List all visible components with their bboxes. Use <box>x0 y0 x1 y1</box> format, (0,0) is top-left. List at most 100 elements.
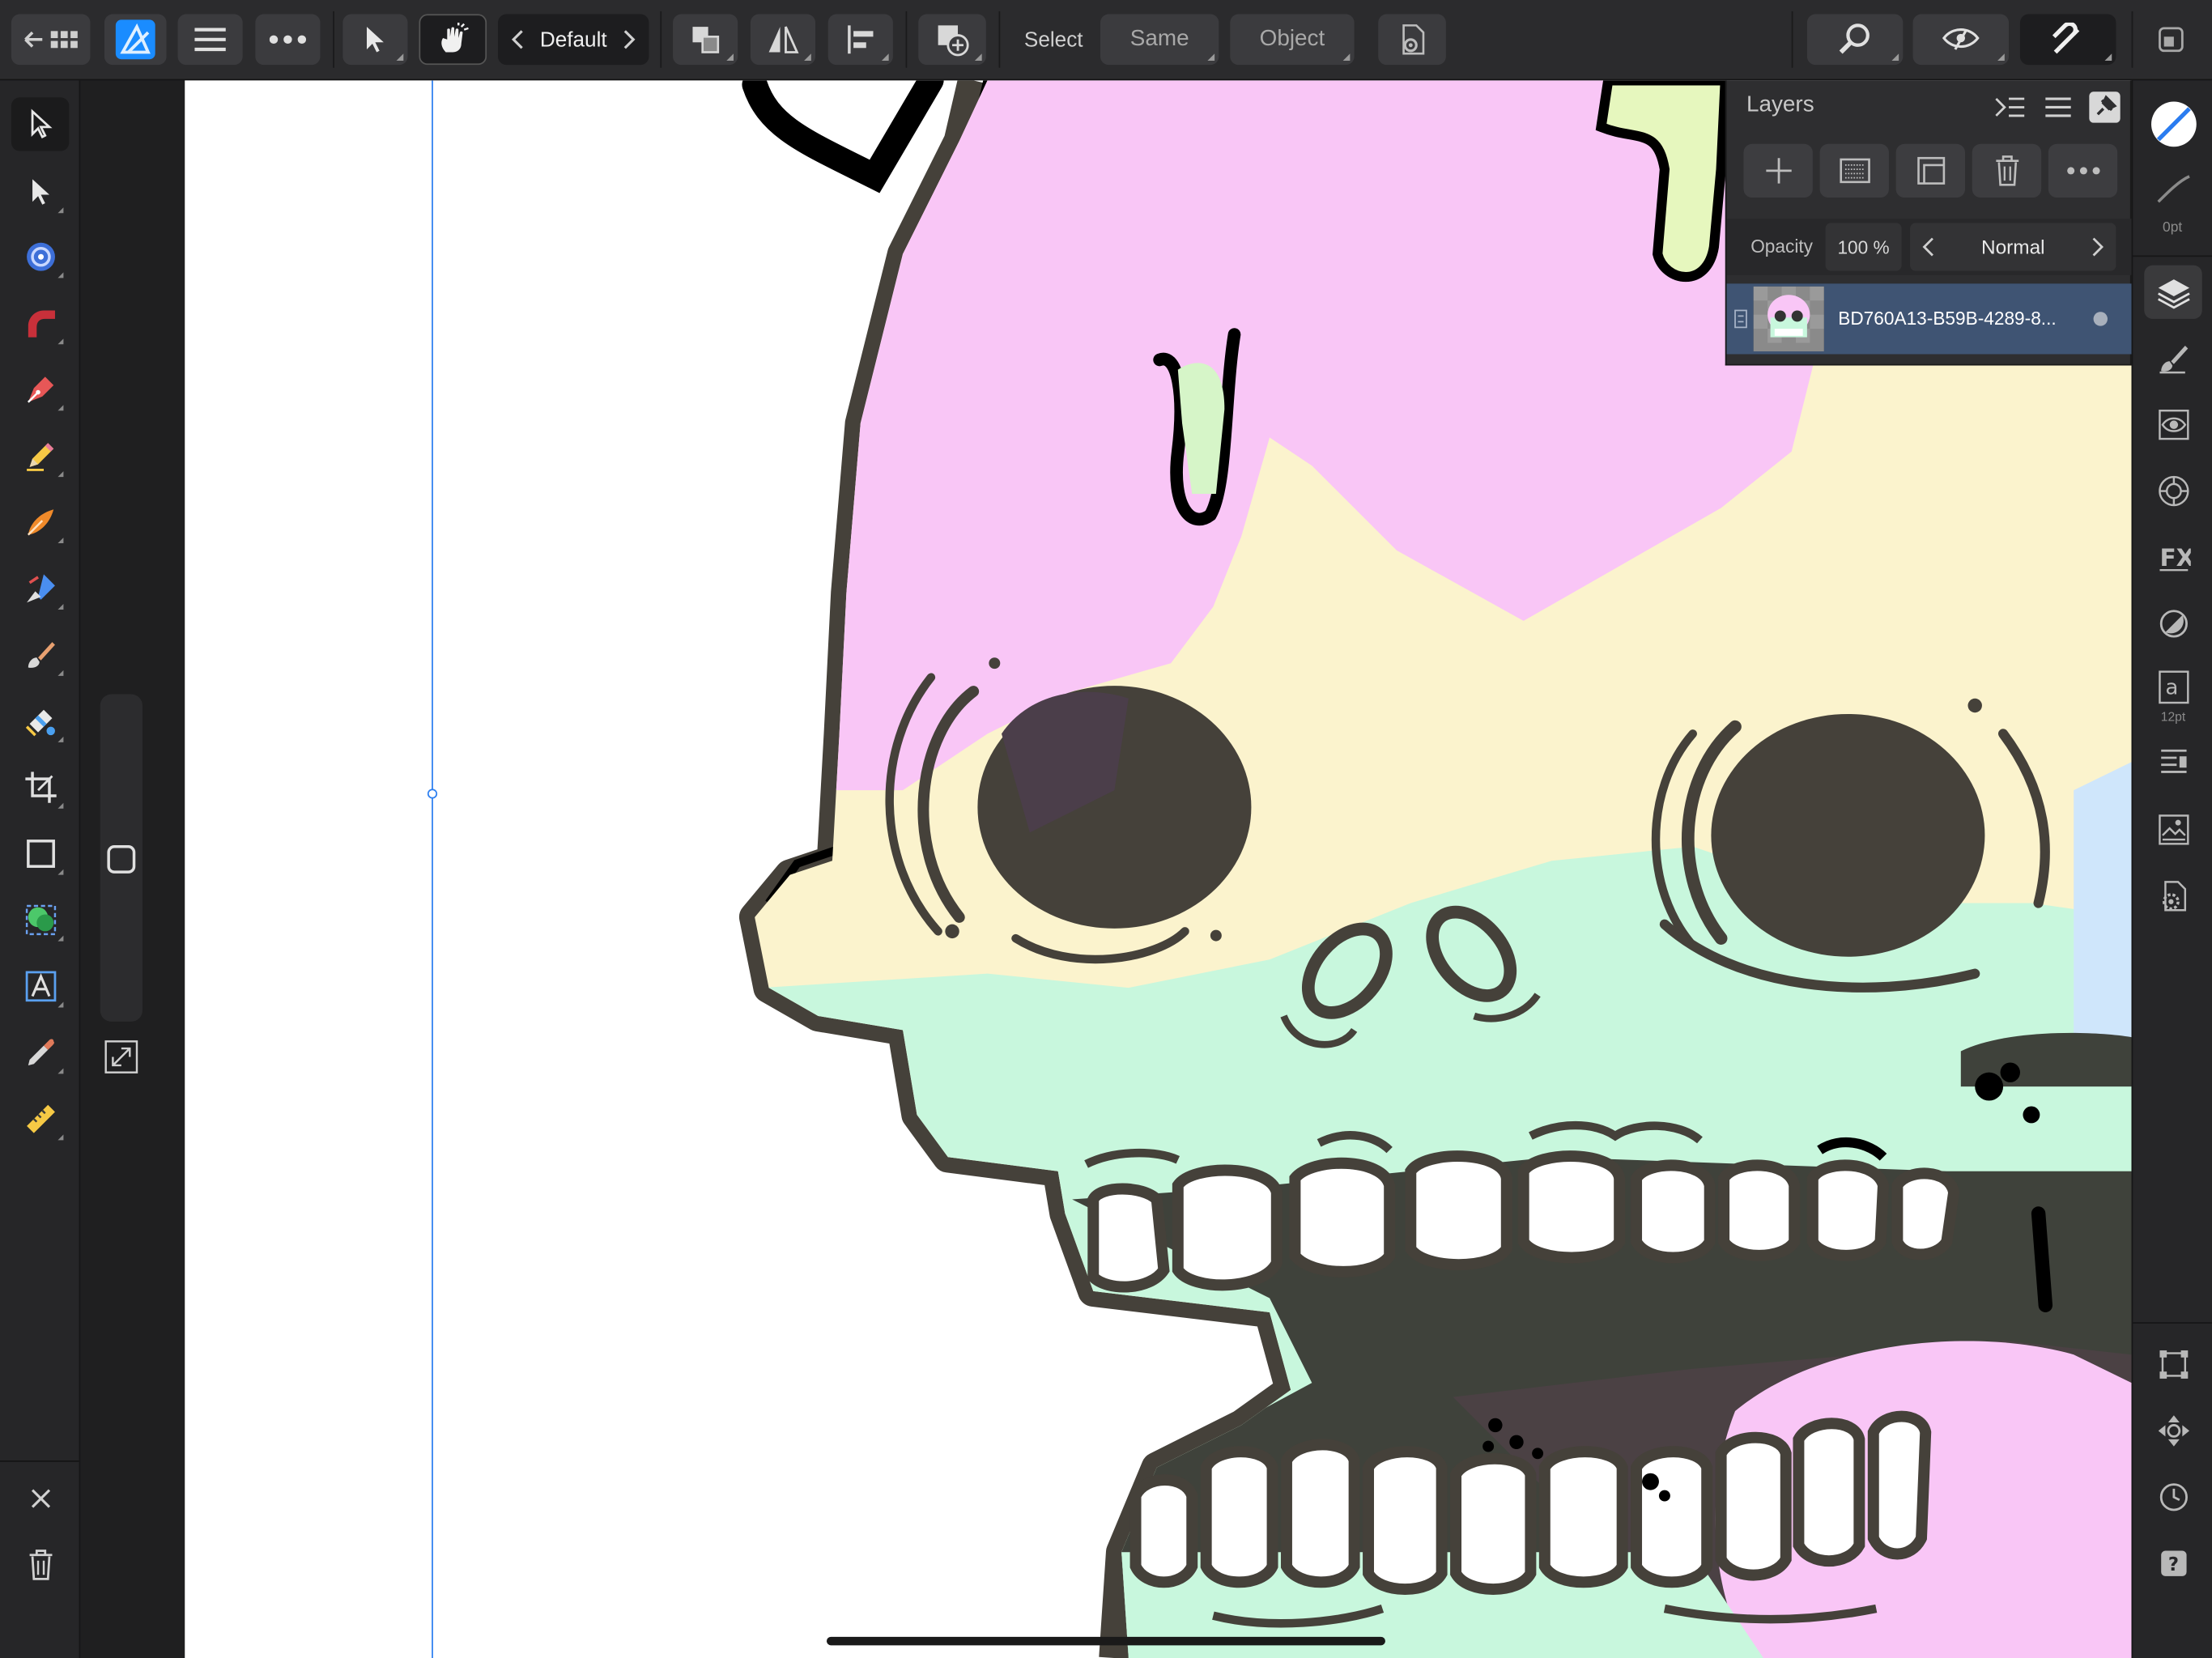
fill-tool[interactable] <box>11 562 69 615</box>
text-studio-icon: a <box>2158 670 2189 704</box>
blend-mode-label: Normal <box>1980 236 2045 258</box>
brushes-studio-button[interactable] <box>2144 332 2201 385</box>
navigator-studio-button[interactable] <box>2144 1404 2201 1457</box>
color-picker-tool-icon <box>27 1039 54 1065</box>
node-tool[interactable] <box>11 165 69 219</box>
layers-studio-button[interactable] <box>2144 265 2202 319</box>
top-toolbar: Default Select Same Object <box>0 0 2212 81</box>
layer-visibility-toggle[interactable] <box>2093 312 2108 326</box>
add-shape-button[interactable] <box>918 14 986 66</box>
artistic-text-tool[interactable] <box>11 959 69 1013</box>
add-group-button[interactable] <box>1895 143 1966 198</box>
color-picker-tool[interactable] <box>11 1026 69 1079</box>
corner-shape-icon[interactable] <box>107 845 136 874</box>
transparency-studio-button[interactable] <box>2144 597 2201 650</box>
menu-button[interactable] <box>177 14 243 66</box>
appearance-studio-button[interactable] <box>2144 398 2201 452</box>
help-button[interactable]: ? <box>2144 1537 2201 1590</box>
navigator-studio-icon <box>2157 1415 2189 1447</box>
selection-guide[interactable] <box>432 80 433 1658</box>
color-studio-icon <box>2158 475 2189 507</box>
view-mode-button[interactable] <box>1912 14 2010 66</box>
text-studio-button[interactable]: a 12pt <box>2144 663 2201 733</box>
transparency-tool-icon <box>25 709 55 737</box>
move-tool[interactable] <box>11 97 70 151</box>
corner-tool[interactable] <box>11 230 69 283</box>
gesture-button[interactable] <box>419 14 487 66</box>
history-studio-button[interactable] <box>2144 1470 2201 1524</box>
resize-icon[interactable] <box>104 1040 138 1074</box>
transparency-tool[interactable] <box>11 695 69 748</box>
close-button[interactable] <box>11 1472 69 1525</box>
documents-button[interactable] <box>11 14 91 66</box>
context-panel <box>80 80 376 1658</box>
style-preset-selector[interactable]: Default <box>498 14 649 66</box>
persona-button[interactable] <box>104 14 167 66</box>
stroke-width[interactable] <box>2144 162 2201 215</box>
select-same-button[interactable]: Same <box>1100 14 1219 66</box>
vector-brush-tool[interactable] <box>11 495 69 549</box>
flip-button[interactable] <box>750 14 816 66</box>
point-transform-tool-icon <box>27 310 55 338</box>
selection-handle[interactable] <box>427 789 438 799</box>
arrange-icon <box>692 27 720 53</box>
svg-text:a: a <box>2165 676 2178 700</box>
fill-stroke-swatch[interactable] <box>2144 95 2201 154</box>
add-pixel-layer-button[interactable] <box>1819 143 1889 198</box>
transform-studio-button[interactable] <box>2144 1337 2201 1391</box>
shape-builder-tool[interactable] <box>11 893 69 946</box>
zoom-search-icon <box>1839 23 1870 54</box>
snapping-button[interactable] <box>2019 14 2116 66</box>
export-persona-icon <box>2159 27 2184 53</box>
fx-studio-button[interactable]: FX <box>2144 530 2201 584</box>
view-mode-icon <box>1942 28 1980 50</box>
appearance-studio-icon <box>2158 409 2189 440</box>
fx-studio-icon: FX <box>2159 544 2190 572</box>
color-studio-button[interactable] <box>2144 464 2201 517</box>
settings-studio-button[interactable] <box>2144 869 2201 923</box>
delete-layer-button[interactable] <box>1972 143 2042 198</box>
opacity-field[interactable]: 100 % <box>1825 223 1902 271</box>
vector-brush-tool-icon <box>27 509 53 536</box>
paint-brush-tool[interactable] <box>11 628 69 682</box>
layer-options-button[interactable] <box>2048 143 2118 198</box>
export-persona-button[interactable] <box>2147 14 2195 65</box>
select-object-button[interactable]: Object <box>1230 14 1355 66</box>
panel-menu-icon[interactable] <box>2044 96 2073 119</box>
fill-tool-icon <box>26 574 55 603</box>
brushes-studio-icon <box>2159 346 2188 374</box>
pencil-tool[interactable] <box>11 429 69 483</box>
layer-expand-icon[interactable] <box>1733 309 1747 329</box>
add-layer-button[interactable] <box>1743 143 1813 198</box>
blend-mode-selector[interactable]: Normal <box>1910 223 2116 271</box>
more-icon <box>2066 167 2099 175</box>
point-transform-tool[interactable] <box>11 296 69 350</box>
assets-studio-button[interactable] <box>2144 803 2201 857</box>
select-settings-button[interactable] <box>1378 14 1446 66</box>
zoom-button[interactable] <box>1806 14 1904 66</box>
back-arrow-icon <box>24 31 78 49</box>
artistic-text-tool-icon <box>24 971 56 1002</box>
opacity-row: Opacity 100 % Normal <box>1726 219 2133 275</box>
pin-panel-button[interactable] <box>2089 91 2121 123</box>
more-button[interactable] <box>255 14 321 66</box>
grid-icon <box>50 31 78 49</box>
pin-icon <box>2096 95 2117 116</box>
crop-tool[interactable] <box>11 827 69 880</box>
align-button[interactable] <box>827 14 893 66</box>
measure-tool-icon <box>26 1104 55 1133</box>
layers-studio-icon <box>2157 279 2189 309</box>
layer-row[interactable]: BD760A13-B59B-4289-8... <box>1726 283 2133 355</box>
select-label: Select <box>1023 27 1083 52</box>
delete-button[interactable] <box>11 1538 69 1592</box>
pen-tool[interactable] <box>11 363 69 416</box>
vector-crop-tool[interactable] <box>11 760 69 814</box>
align-icon <box>848 25 874 54</box>
arrange-button[interactable] <box>673 14 738 66</box>
move-tool-button[interactable] <box>342 14 408 66</box>
chevron-right-icon <box>623 30 636 49</box>
measure-tool[interactable] <box>11 1092 69 1146</box>
stock-studio-button[interactable] <box>2144 737 2201 790</box>
pixel-layer-icon <box>1839 158 1870 184</box>
collapse-panel-icon[interactable] <box>1995 95 2026 120</box>
